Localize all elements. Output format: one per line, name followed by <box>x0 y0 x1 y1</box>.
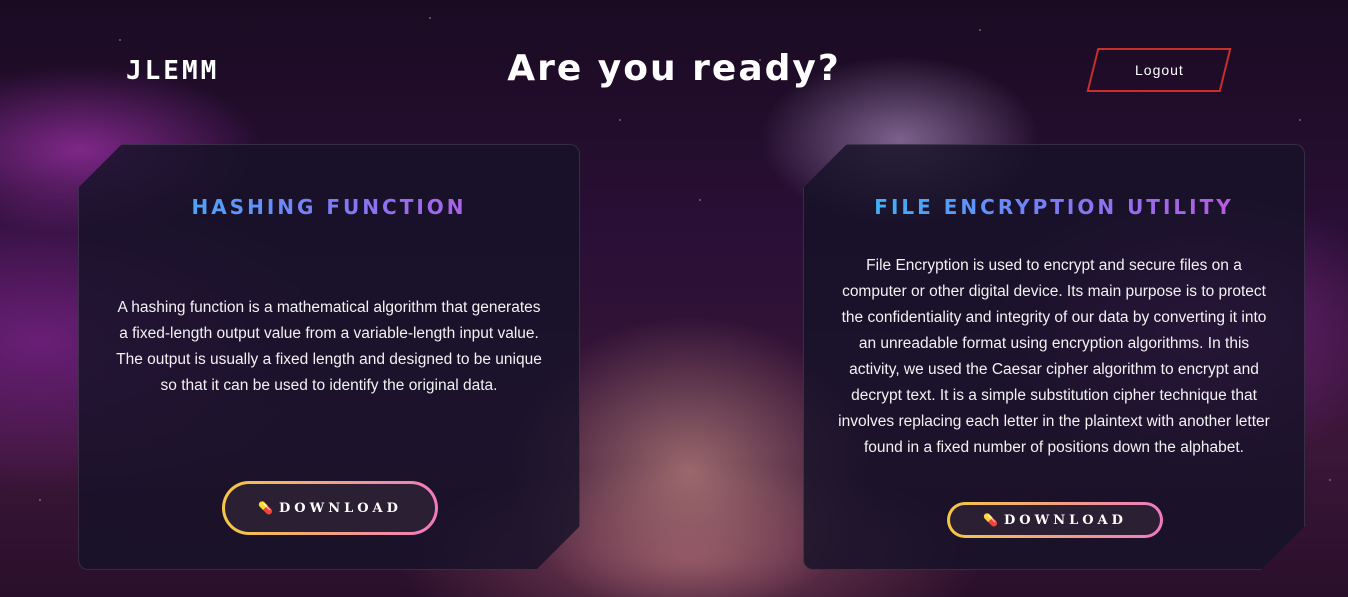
card-description: File Encryption is used to encrypt and s… <box>838 257 1270 456</box>
card-title: FILE ENCRYPTION UTILITY <box>804 195 1304 219</box>
download-label: DOWNLOAD <box>1004 512 1127 528</box>
logout-button[interactable]: Logout <box>1086 48 1232 92</box>
card-title: HASHING FUNCTION <box>79 195 579 219</box>
logout-label: Logout <box>1134 62 1184 78</box>
card-description: A hashing function is a mathematical alg… <box>116 299 542 394</box>
download-button[interactable]: 💊 DOWNLOAD <box>947 502 1163 538</box>
pill-icon: 💊 <box>983 513 999 527</box>
pill-icon: 💊 <box>258 501 274 515</box>
file-encryption-card: FILE ENCRYPTION UTILITY File Encryption … <box>803 144 1305 570</box>
download-label: DOWNLOAD <box>279 500 402 516</box>
download-button[interactable]: 💊 DOWNLOAD <box>222 481 438 535</box>
hashing-function-card: HASHING FUNCTION A hashing function is a… <box>78 144 580 570</box>
